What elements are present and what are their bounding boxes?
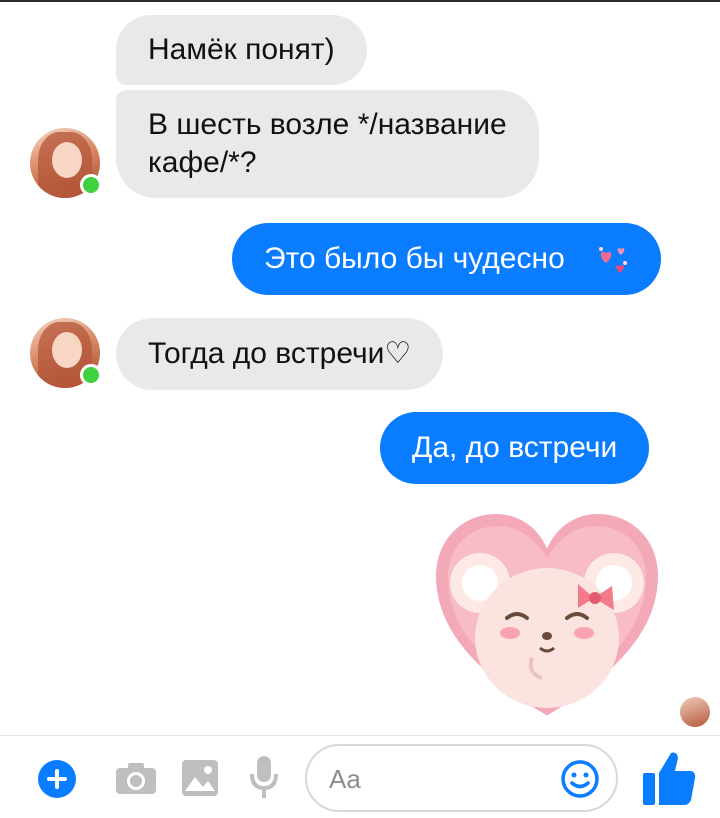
message-input[interactable] <box>329 760 549 798</box>
thumbs-up-icon[interactable] <box>640 748 698 808</box>
message-text: Тогда до встречи♡ <box>148 337 412 370</box>
plus-icon[interactable] <box>38 760 76 798</box>
message-incoming[interactable]: Тогда до встречи♡ <box>116 318 444 390</box>
message-composer <box>0 735 720 818</box>
chat-thread[interactable]: Намёк понят) В шесть возле */название ка… <box>0 0 720 735</box>
microphone-icon[interactable] <box>248 754 280 800</box>
heart-bear-sticker[interactable] <box>432 508 662 723</box>
online-status-dot <box>80 364 102 386</box>
seen-avatar <box>680 697 710 727</box>
sparkling-hearts-icon <box>598 247 627 273</box>
message-text: Намёк понят) <box>148 33 335 66</box>
image-icon[interactable] <box>180 758 220 798</box>
smiley-icon[interactable] <box>559 758 601 800</box>
message-text-line: В шесть возле */название <box>148 108 507 141</box>
message-incoming[interactable]: Намёк понят) <box>116 15 367 85</box>
message-text: Да, до встречи <box>412 431 618 464</box>
message-outgoing[interactable]: Это было бы чудесно <box>232 223 661 295</box>
camera-icon[interactable] <box>114 758 158 798</box>
online-status-dot <box>80 174 102 196</box>
message-input-box[interactable] <box>305 744 618 812</box>
message-outgoing[interactable]: Да, до встречи <box>380 412 650 484</box>
message-text: Это было бы чудесно <box>264 242 565 275</box>
message-incoming[interactable]: В шесть возле */название кафе/*? <box>116 90 539 198</box>
message-text-line: кафе/*? <box>148 146 257 179</box>
